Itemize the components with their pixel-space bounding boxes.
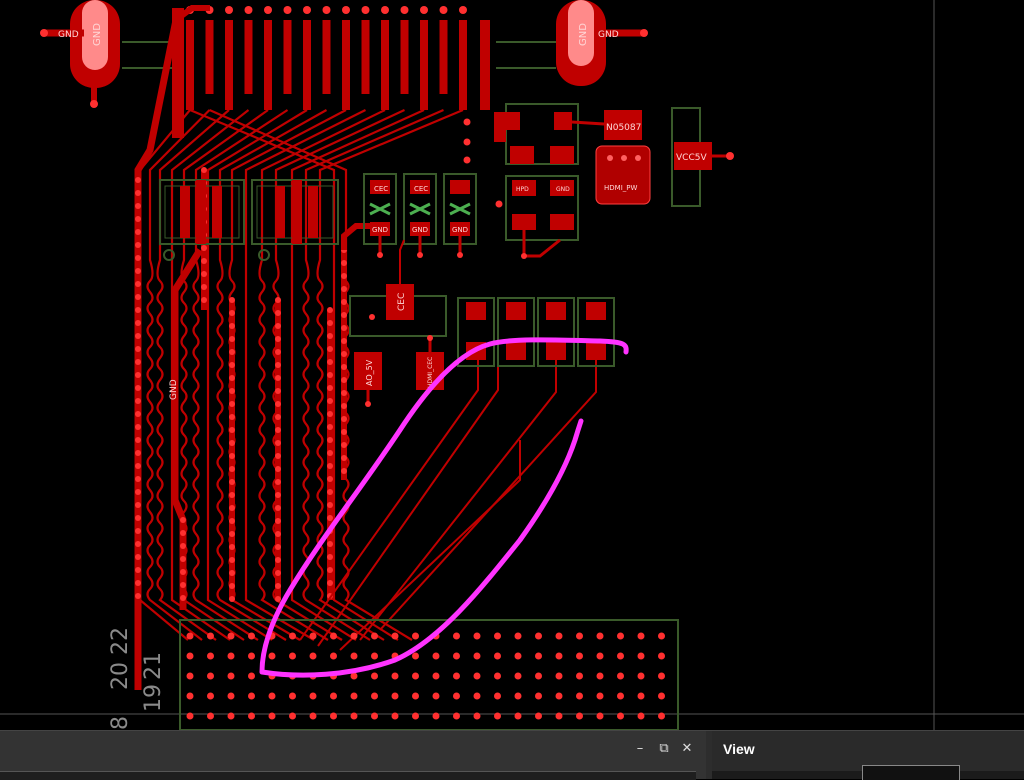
- n05087-label: N05087: [606, 123, 641, 133]
- gnd-small-label-1: GND: [372, 226, 388, 234]
- close-button[interactable]: ✕: [679, 741, 695, 757]
- gnd-small-label-4: GND: [556, 186, 570, 193]
- vcc5v-label: VCC5V: [676, 153, 707, 163]
- row-label-19: 19: [141, 684, 166, 712]
- output-panel-content[interactable]: [0, 771, 696, 780]
- row-label-8: 8: [108, 716, 133, 730]
- gnd-right-trace-label: GND: [598, 30, 619, 40]
- output-panel[interactable]: – ⧉ ✕: [0, 731, 706, 780]
- hpd-label: HPD: [516, 186, 529, 193]
- gnd-left-pad-label: GND: [92, 23, 103, 46]
- cec-vertical-label: CEC: [397, 293, 407, 311]
- cec-small-label-1: CEC: [374, 185, 388, 193]
- row-label-21: 21: [141, 652, 166, 680]
- gnd-vertical-label: GND: [169, 379, 179, 400]
- hdmi-pw-fuse[interactable]: [595, 145, 651, 205]
- gnd-small-label-3: GND: [452, 226, 468, 234]
- gnd-left-trace-label: GND: [58, 30, 79, 40]
- ao-5v-label: AO_5V: [365, 359, 374, 386]
- row-label-22: 22: [108, 627, 133, 655]
- restore-button[interactable]: ⧉: [656, 741, 672, 757]
- cec-small-label-2: CEC: [414, 185, 428, 193]
- gnd-small-label-2: GND: [412, 226, 428, 234]
- minimize-button[interactable]: –: [632, 741, 648, 757]
- gnd-right-pad-label: GND: [578, 23, 589, 46]
- view-panel-title: View: [723, 741, 755, 757]
- pcb-layout-canvas[interactable]: GND GND GND GND CEC GND CEC GND GND HPD …: [0, 0, 1024, 778]
- hdmi-pw-label: HDMI_PW: [604, 184, 637, 192]
- view-panel[interactable]: View: [712, 731, 1024, 780]
- row-label-20: 20: [108, 662, 133, 690]
- bottom-panel-bar: – ⧉ ✕ View: [0, 730, 1024, 780]
